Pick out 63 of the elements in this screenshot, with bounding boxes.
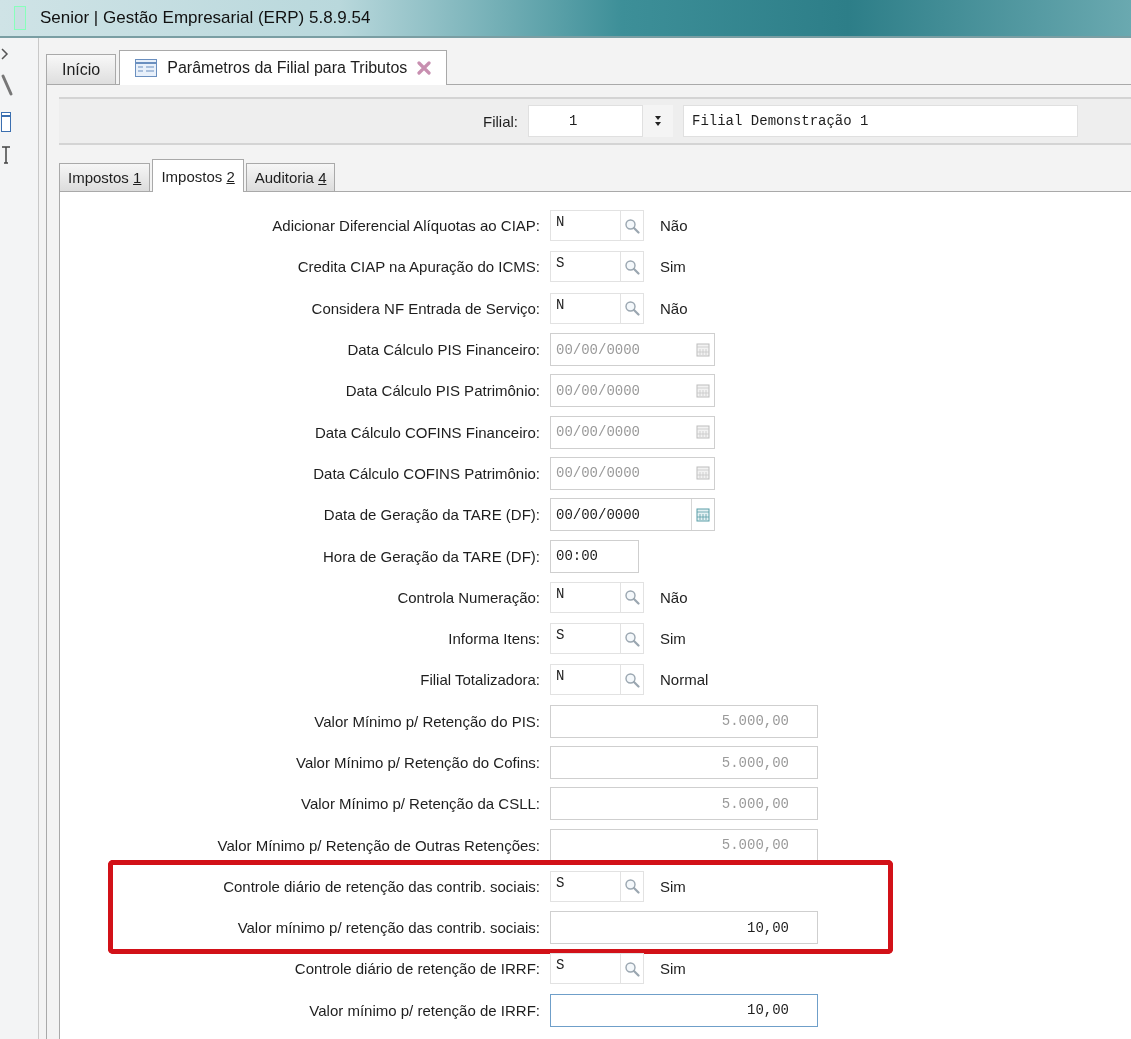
- field-label: Valor Mínimo p/ Retenção do PIS:: [313, 712, 540, 730]
- close-icon[interactable]: [417, 61, 432, 75]
- field-label: Data Cálculo COFINS Financeiro:: [313, 423, 540, 441]
- calendar-icon[interactable]: [696, 507, 710, 522]
- field-label: Data Cálculo PIS Financeiro:: [346, 341, 540, 359]
- field-label: Valor mínimo p/ retenção das contrib. sociais:: [236, 919, 540, 937]
- field-label: Valor Mínimo p/ Retenção da CSLL:: [300, 795, 540, 813]
- code-field[interactable]: S: [550, 953, 644, 985]
- field-label: Adicionar Diferencial Alíquotas ao CIAP:: [271, 217, 540, 235]
- field-label: Controla Numeração:: [396, 588, 540, 606]
- time-field[interactable]: 00:00: [550, 539, 639, 573]
- field-label: Filial Totalizadora:: [419, 671, 540, 689]
- code-field[interactable]: N: [550, 581, 644, 613]
- field-label: Hora de Geração da TARE (DF):: [321, 547, 540, 565]
- search-icon[interactable]: [624, 671, 640, 688]
- description-text: Não: [660, 588, 688, 606]
- description-text: Sim: [660, 258, 686, 276]
- field-label: Valor Mínimo p/ Retenção do Cofins:: [295, 754, 540, 771]
- field-label: Informa Itens:: [447, 630, 540, 648]
- tab[interactable]: Auditoria 4: [245, 163, 336, 191]
- tab[interactable]: Impostos 2: [152, 159, 244, 192]
- code-field[interactable]: N: [550, 210, 644, 242]
- code-field[interactable]: S: [550, 870, 644, 902]
- window-icon[interactable]: [1, 112, 11, 132]
- date-field[interactable]: 00/00/0000: [550, 498, 715, 532]
- field-label: Data Cálculo PIS Patrimônio:: [344, 382, 540, 400]
- field-label: Controle diário de retenção das contrib. sociais:: [222, 877, 540, 895]
- search-icon[interactable]: [624, 300, 640, 317]
- description-text: Não: [660, 217, 688, 235]
- code-field[interactable]: N: [550, 664, 644, 696]
- window-title: Senior | Gestão Empresarial (ERP) 5.8.9.54: [40, 8, 371, 28]
- form-icon: [135, 59, 158, 77]
- description-text: Sim: [660, 960, 686, 978]
- description-text: Não: [660, 299, 688, 317]
- field-label: Filial:: [483, 112, 518, 130]
- description-text: Sim: [660, 630, 686, 648]
- field-label: Credita CIAP na Apuração do ICMS:: [296, 258, 540, 276]
- code-field[interactable]: S: [550, 623, 644, 655]
- code-field[interactable]: S: [550, 251, 644, 283]
- search-icon[interactable]: [624, 217, 640, 234]
- search-icon[interactable]: [624, 258, 640, 275]
- description-text: Sim: [660, 877, 686, 895]
- spinner-icon[interactable]: [654, 115, 662, 127]
- amount-field[interactable]: 10,00: [550, 911, 818, 945]
- search-icon[interactable]: [624, 961, 640, 977]
- filial-name-field: Filial Demonstração 1: [683, 105, 1078, 137]
- search-icon[interactable]: [624, 589, 640, 606]
- field-label: Valor Mínimo p/ Retenção de Outras Retenções:: [216, 836, 540, 854]
- chevron-icon[interactable]: [1, 48, 9, 60]
- field-label: Data Cálculo COFINS Patrimônio:: [312, 464, 540, 482]
- field-label: Data de Geração da TARE (DF):: [322, 506, 540, 524]
- search-icon[interactable]: [624, 878, 640, 895]
- filial-code-field[interactable]: 1: [528, 105, 643, 137]
- tab[interactable]: Impostos 1: [59, 163, 151, 191]
- code-field[interactable]: N: [550, 292, 644, 324]
- field-label: Considera NF Entrada de Serviço:: [310, 299, 540, 317]
- tab[interactable]: Parâmetros da Filial para Tributos: [119, 50, 448, 85]
- amount-field[interactable]: 10,00: [550, 993, 818, 1027]
- field-label: Valor mínimo p/ retenção de IRRF:: [308, 1001, 540, 1019]
- search-icon[interactable]: [624, 630, 640, 647]
- description-text: Normal: [660, 671, 709, 689]
- tab[interactable]: Início: [46, 54, 117, 84]
- field-label: Controle diário de retenção de IRRF:: [293, 960, 540, 978]
